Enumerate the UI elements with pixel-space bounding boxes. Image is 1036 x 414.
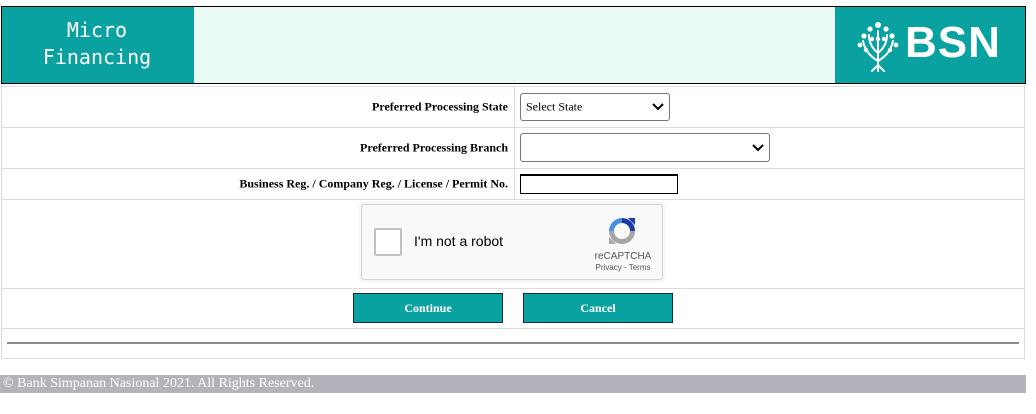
branch-select[interactable] bbox=[520, 133, 770, 162]
recaptcha-checkbox[interactable] bbox=[374, 228, 402, 256]
recaptcha-widget: I'm not a robot reCAPTCHA Privacy - Term… bbox=[361, 204, 663, 280]
buttons-row bbox=[2, 289, 1024, 329]
regno-field-cell bbox=[515, 169, 1024, 199]
app-title-panel: Micro Financing bbox=[2, 7, 194, 83]
tree-icon bbox=[857, 22, 899, 72]
brand-logo: BSN bbox=[835, 7, 1025, 83]
state-label: Preferred Processing State bbox=[372, 99, 508, 114]
state-field-cell: Select State bbox=[515, 87, 1024, 127]
regno-label: Business Reg. / Company Reg. / License /… bbox=[239, 176, 508, 191]
regno-input[interactable] bbox=[520, 174, 678, 194]
footer-copyright: © Bank Simpanan Nasional 2021. All Right… bbox=[0, 375, 1026, 393]
state-select[interactable]: Select State bbox=[520, 93, 670, 121]
cancel-button[interactable]: Cancel bbox=[523, 293, 673, 323]
branch-label: Preferred Processing Branch bbox=[360, 140, 508, 155]
app-title: Micro Financing bbox=[2, 17, 192, 71]
state-label-cell: Preferred Processing State bbox=[2, 87, 515, 127]
regno-row: Business Reg. / Company Reg. / License /… bbox=[2, 169, 1024, 200]
continue-button[interactable]: Continue bbox=[353, 293, 503, 323]
chevron-down-icon bbox=[752, 143, 764, 151]
divider bbox=[7, 342, 1019, 344]
app-title-line2: Financing bbox=[42, 45, 152, 69]
branch-row: Preferred Processing Branch bbox=[2, 128, 1024, 169]
branch-label-cell: Preferred Processing Branch bbox=[2, 128, 515, 168]
regno-label-cell: Business Reg. / Company Reg. / License /… bbox=[2, 169, 515, 199]
recaptcha-label: I'm not a robot bbox=[414, 233, 504, 249]
page-header: Micro Financing BSN bbox=[1, 6, 1026, 84]
recaptcha-icon bbox=[609, 218, 635, 244]
state-select-value: Select State bbox=[526, 99, 583, 114]
brand-name: BSN bbox=[905, 18, 1001, 67]
app-title-line1: Micro bbox=[66, 18, 128, 42]
branch-field-cell bbox=[515, 128, 1024, 168]
recaptcha-links[interactable]: Privacy - Terms bbox=[588, 263, 658, 272]
state-row: Preferred Processing State Select State bbox=[2, 87, 1024, 128]
recaptcha-brand: reCAPTCHA bbox=[594, 251, 652, 262]
chevron-down-icon bbox=[652, 103, 664, 111]
